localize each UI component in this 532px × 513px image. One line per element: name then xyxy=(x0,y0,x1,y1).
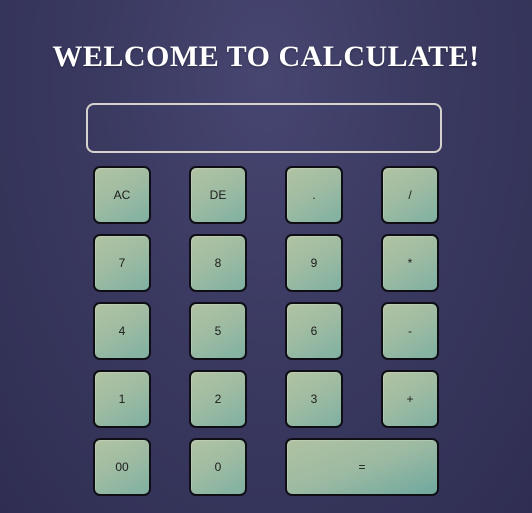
keypad: AC DE . / 7 8 9 * 4 5 6 - 1 2 3 + 00 0 = xyxy=(93,166,439,496)
digit-7-button[interactable]: 7 xyxy=(93,234,151,292)
equals-button[interactable]: = xyxy=(285,438,439,496)
digit-0-button[interactable]: 0 xyxy=(189,438,247,496)
subtract-button[interactable]: - xyxy=(381,302,439,360)
delete-button[interactable]: DE xyxy=(189,166,247,224)
digit-1-button[interactable]: 1 xyxy=(93,370,151,428)
divide-button[interactable]: / xyxy=(381,166,439,224)
clear-all-button[interactable]: AC xyxy=(93,166,151,224)
decimal-point-button[interactable]: . xyxy=(285,166,343,224)
digit-9-button[interactable]: 9 xyxy=(285,234,343,292)
digit-2-button[interactable]: 2 xyxy=(189,370,247,428)
digit-4-button[interactable]: 4 xyxy=(93,302,151,360)
calculator-display[interactable] xyxy=(86,103,442,153)
add-button[interactable]: + xyxy=(381,370,439,428)
calculator-page: WELCOME TO CALCULATE! AC DE . / 7 8 9 * … xyxy=(0,0,532,513)
digit-8-button[interactable]: 8 xyxy=(189,234,247,292)
digit-5-button[interactable]: 5 xyxy=(189,302,247,360)
digit-3-button[interactable]: 3 xyxy=(285,370,343,428)
double-zero-button[interactable]: 00 xyxy=(93,438,151,496)
page-title: WELCOME TO CALCULATE! xyxy=(52,40,480,74)
digit-6-button[interactable]: 6 xyxy=(285,302,343,360)
multiply-button[interactable]: * xyxy=(381,234,439,292)
